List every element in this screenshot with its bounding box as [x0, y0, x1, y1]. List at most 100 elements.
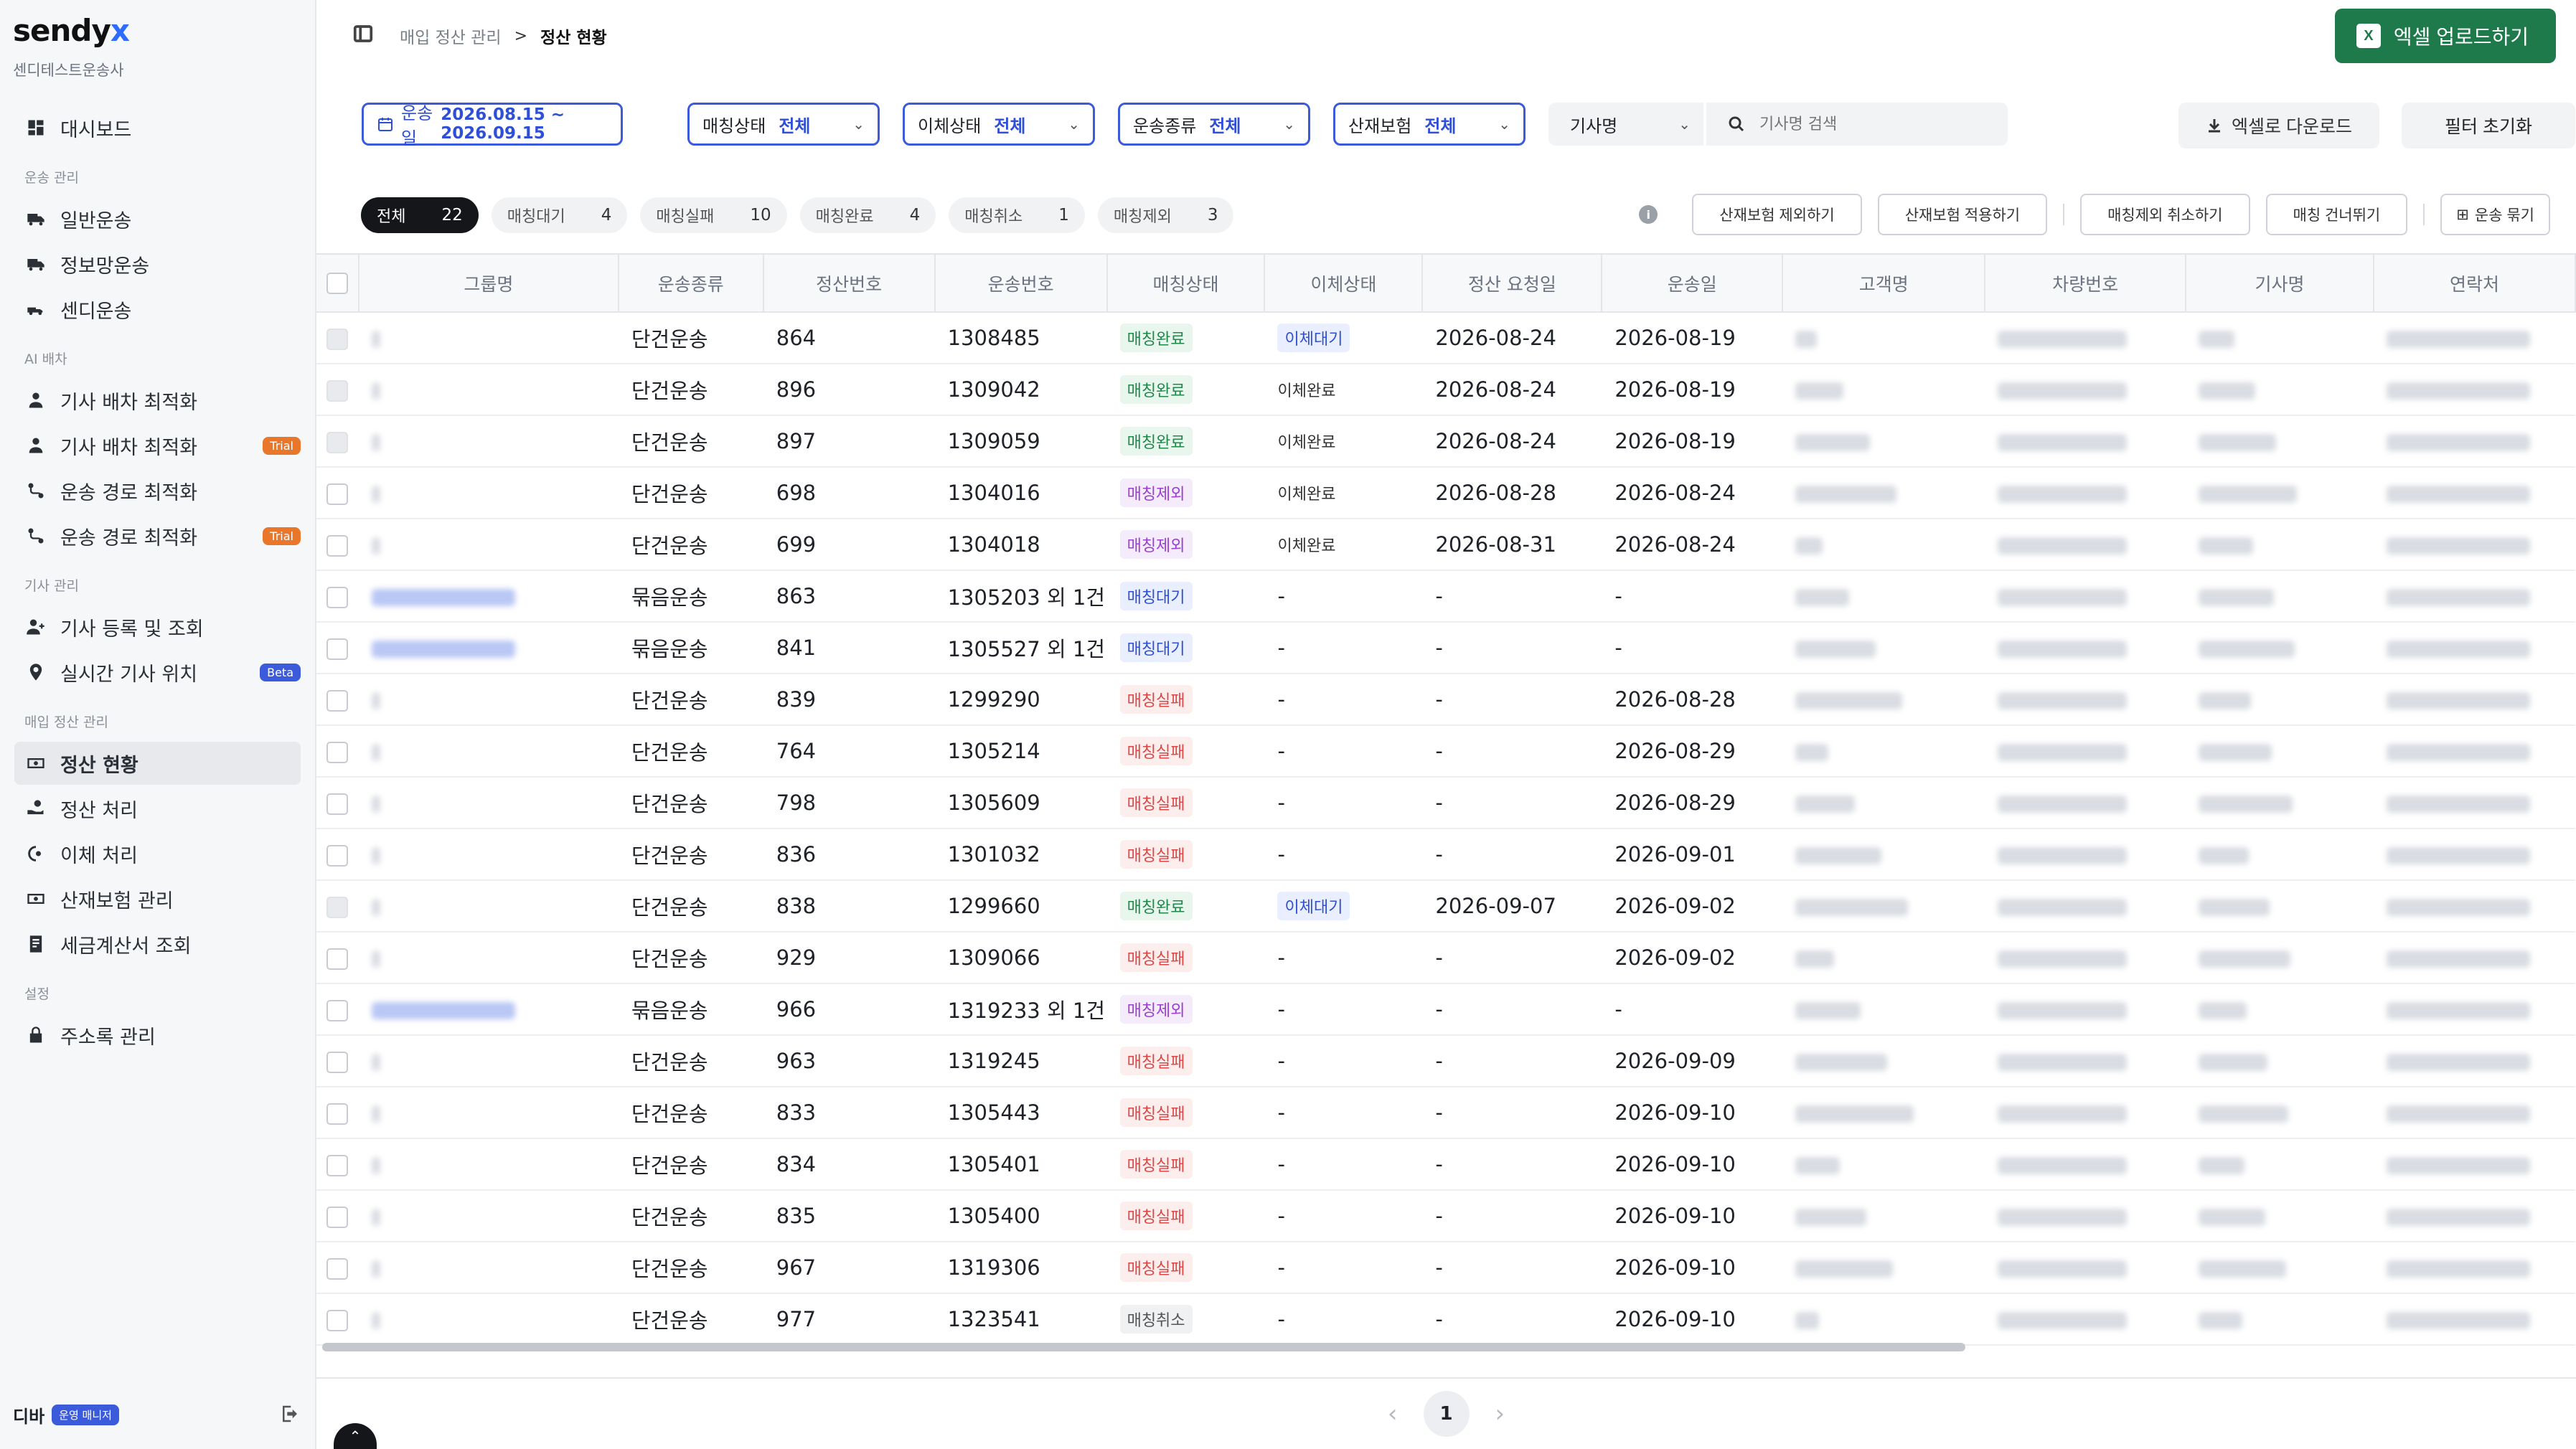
sidebar-toggle-icon[interactable] — [352, 23, 374, 49]
row-checkbox[interactable] — [316, 1293, 359, 1346]
tab-matching-fail[interactable]: 매칭실패 10 — [640, 197, 787, 233]
sidebar-item-general[interactable]: 일반운송 — [14, 197, 301, 240]
col-header[interactable]: 정산 요청일 — [1422, 255, 1603, 313]
table-row[interactable]: 단건운송 833 1305443 매칭실패 - -2026-09-10 — [316, 1087, 2575, 1139]
group-name-cell[interactable] — [358, 983, 619, 1036]
table-row[interactable]: 단건운송 897 1309059 매칭완료 이체완료 2026-08-24 2026-08-… — [316, 415, 2575, 468]
row-checkbox[interactable] — [316, 570, 359, 623]
transfer-status-badge: - — [1277, 1255, 1285, 1280]
sidebar-item-infonet[interactable]: 정보망운송 — [14, 242, 301, 285]
sidebar-item-dashboard[interactable]: 대시보드 — [14, 106, 301, 149]
cancel-exclusion-button[interactable]: 매칭제외 취소하기 — [2080, 194, 2250, 235]
sidebar-item-address-book[interactable]: 주소록 관리 — [14, 1014, 301, 1057]
chevron-left-icon[interactable]: ‹ — [1388, 1400, 1398, 1428]
tab-matching-wait[interactable]: 매칭대기 4 — [491, 197, 628, 233]
filter-reset-button[interactable]: 필터 초기화 — [2402, 103, 2575, 148]
apply-insurance-button[interactable]: 산재보험 적용하기 — [1877, 194, 2048, 235]
sidebar-item-driver-register[interactable]: 기사 등록 및 조회 — [14, 605, 301, 648]
tab-matching-done[interactable]: 매칭완료 4 — [799, 197, 936, 233]
row-checkbox[interactable] — [316, 932, 359, 984]
group-name-cell[interactable] — [358, 622, 619, 674]
brand-logo[interactable]: sendyx — [13, 13, 130, 48]
transfer-status-filter[interactable]: 이체상태 전체 ⌄ — [903, 103, 1095, 146]
exclude-insurance-button[interactable]: 산재보험 제외하기 — [1692, 194, 1862, 235]
col-header[interactable]: 운송종류 — [618, 255, 764, 313]
sidebar-item-route-opt[interactable]: 운송 경로 최적화 — [14, 469, 301, 512]
row-checkbox[interactable] — [316, 829, 359, 881]
table-row[interactable]: 단건운송 929 1309066 매칭실패 - -2026-09-02 — [316, 932, 2575, 984]
excel-upload-button[interactable]: X 엑셀 업로드하기 — [2334, 9, 2556, 63]
table-row[interactable]: 단건운송 967 1319306 매칭실패 - -2026-09-10 — [316, 1242, 2575, 1294]
col-header[interactable]: 차량번호 — [1985, 255, 2187, 313]
sidebar-item-realtime-location[interactable]: 실시간 기사 위치 Beta — [14, 651, 301, 694]
info-icon[interactable]: i — [1639, 205, 1658, 224]
sidebar-item-insurance[interactable]: 산재보험 관리 — [14, 877, 301, 920]
row-checkbox[interactable] — [316, 1242, 359, 1294]
date-range-filter[interactable]: 운송일 2026.08.15 ~ 2026.09.15 — [362, 103, 623, 148]
row-checkbox[interactable] — [316, 1035, 359, 1087]
table-row[interactable]: 단건운송 839 1299290 매칭실패 - -2026-08-28 — [316, 674, 2575, 726]
search-field-select[interactable]: 기사명 ⌄ — [1548, 103, 1703, 146]
row-checkbox[interactable] — [316, 725, 359, 778]
sidebar-item-tax-invoice[interactable]: 세금계산서 조회 — [14, 922, 301, 966]
table-row[interactable]: 단건운송 836 1301032 매칭실패 - -2026-09-01 — [316, 829, 2575, 881]
row-checkbox[interactable] — [316, 622, 359, 674]
col-header[interactable]: 기사명 — [2186, 255, 2374, 313]
col-header[interactable]: 고객명 — [1782, 255, 1986, 313]
table-row[interactable]: 묶음운송 966 1319233 외 1건 매칭제외 - - - — [316, 983, 2575, 1036]
tab-all[interactable]: 전체 22 — [361, 197, 479, 233]
col-header[interactable]: 매칭상태 — [1106, 255, 1266, 313]
sidebar-item-route-opt-trial[interactable]: 운송 경로 최적화 Trial — [14, 514, 301, 557]
row-checkbox[interactable] — [316, 467, 359, 519]
sidebar-item-driver-opt[interactable]: 기사 배차 최적화 — [14, 379, 301, 422]
sidebar-item-settlement-process[interactable]: 정산 처리 — [14, 787, 301, 830]
row-checkbox[interactable] — [316, 777, 359, 829]
transport-type-filter[interactable]: 운송종류 전체 ⌄ — [1118, 103, 1310, 146]
row-checkbox[interactable] — [316, 1087, 359, 1139]
table-row[interactable]: 묶음운송 841 1305527 외 1건 매칭대기 - - - — [316, 622, 2575, 674]
sidebar-item-transfer-process[interactable]: 이체 처리 — [14, 832, 301, 875]
row-checkbox[interactable] — [316, 983, 359, 1036]
table-row[interactable]: 단건운송 835 1305400 매칭실패 - -2026-09-10 — [316, 1190, 2575, 1242]
insurance-filter[interactable]: 산재보험 전체 ⌄ — [1333, 103, 1526, 146]
table-row[interactable]: 단건운송 699 1304018 매칭제외 이체완료 2026-08-31 2026-08-… — [316, 519, 2575, 571]
group-transport-button[interactable]: ⊞ 운송 묶기 — [2440, 194, 2550, 235]
breadcrumb-parent[interactable]: 매입 정산 관리 — [400, 24, 502, 48]
col-header[interactable]: 운송일 — [1602, 255, 1784, 313]
col-header[interactable]: 그룹명 — [358, 255, 619, 313]
table-row[interactable]: 단건운송 798 1305609 매칭실패 - -2026-08-29 — [316, 777, 2575, 829]
table-row[interactable]: 단건운송 698 1304016 매칭제외 이체완료 2026-08-28 2026-08-… — [316, 467, 2575, 519]
row-checkbox[interactable] — [316, 674, 359, 726]
col-header[interactable]: 이체상태 — [1264, 255, 1424, 313]
table-row[interactable]: 단건운송 896 1309042 매칭완료 이체완료 2026-08-24 2026-08-… — [316, 364, 2575, 416]
tab-matching-excluded[interactable]: 매칭제외 3 — [1097, 197, 1234, 233]
table-row[interactable]: 단건운송 834 1305401 매칭실패 - -2026-09-10 — [316, 1138, 2575, 1191]
tab-matching-cancel[interactable]: 매칭취소 1 — [949, 197, 1085, 233]
role-badge: 운영 매니저 — [52, 1405, 119, 1425]
col-header[interactable]: 운송번호 — [934, 255, 1108, 313]
group-name-cell[interactable] — [358, 570, 619, 623]
skip-matching-button[interactable]: 매칭 건너뛰기 — [2265, 194, 2408, 235]
row-checkbox[interactable] — [316, 519, 359, 571]
chevron-right-icon[interactable]: › — [1495, 1400, 1505, 1428]
table-row[interactable]: 단건운송 864 1308485 매칭완료 이체대기 2026-08-24 2026-08-… — [316, 312, 2575, 364]
table-row[interactable]: 단건운송 963 1319245 매칭실패 - -2026-09-09 — [316, 1035, 2575, 1087]
sidebar-item-sendy[interactable]: 센디운송 — [14, 288, 301, 331]
sidebar-item-settlement-status[interactable]: 정산 현황 — [14, 742, 301, 785]
sidebar-item-driver-opt-trial[interactable]: 기사 배차 최적화 Trial — [14, 424, 301, 467]
row-checkbox[interactable] — [316, 1190, 359, 1242]
col-header[interactable]: 연락처 — [2373, 255, 2576, 313]
table-row[interactable]: 단건운송 977 1323541 매칭취소 - -2026-09-10 — [316, 1293, 2575, 1346]
page-button[interactable]: 1 — [1423, 1391, 1470, 1437]
table-row[interactable]: 단건운송 838 1299660 매칭완료 이체대기 2026-09-07 2026-09-… — [316, 880, 2575, 933]
excel-download-button[interactable]: 엑셀로 다운로드 — [2178, 103, 2379, 148]
table-row[interactable]: 묶음운송 863 1305203 외 1건 매칭대기 - - - — [316, 570, 2575, 623]
table-row[interactable]: 단건운송 764 1305214 매칭실패 - -2026-08-29 — [316, 725, 2575, 778]
col-header[interactable]: 정산번호 — [763, 255, 936, 313]
logout-icon[interactable] — [279, 1403, 304, 1427]
select-all-checkbox[interactable] — [316, 255, 359, 313]
matching-status-filter[interactable]: 매칭상태 전체 ⌄ — [687, 103, 880, 146]
horizontal-scrollbar[interactable] — [322, 1343, 1965, 1351]
row-checkbox[interactable] — [316, 1138, 359, 1191]
driver-search-input[interactable] — [1759, 115, 1989, 133]
